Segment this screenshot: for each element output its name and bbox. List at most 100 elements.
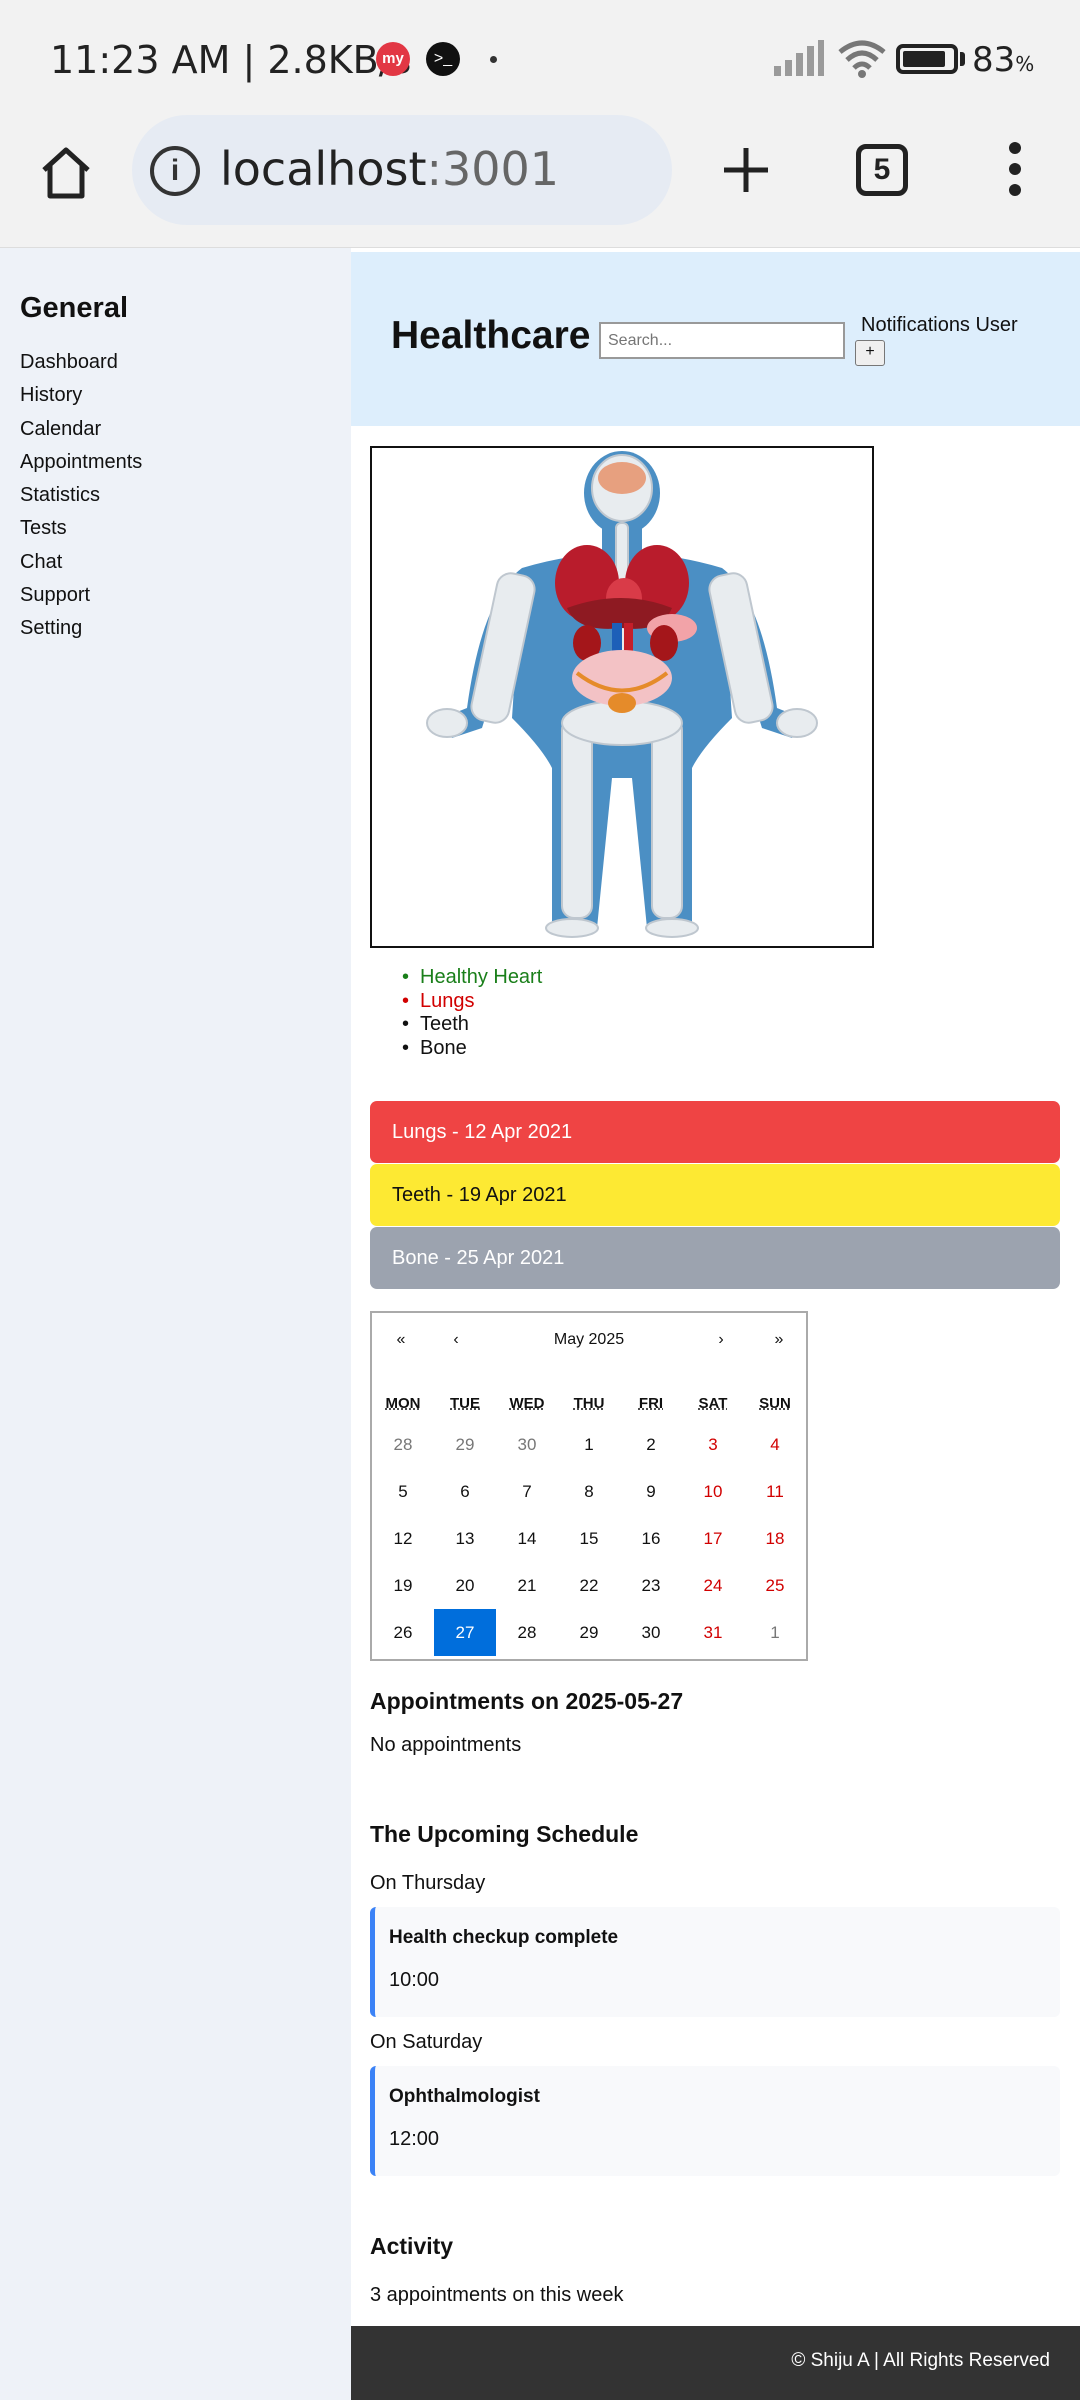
calendar-day[interactable]: 31 [682,1609,744,1656]
page-title: Healthcare [391,314,591,357]
calendar-day[interactable]: 13 [434,1515,496,1562]
calendar-day[interactable]: 18 [744,1515,806,1562]
battery-icon [896,44,958,74]
calendar-day[interactable]: 10 [682,1468,744,1515]
calendar-day[interactable]: 30 [620,1609,682,1656]
calendar-day[interactable]: 20 [434,1562,496,1609]
battery-percent: 83% [972,40,1035,80]
appointments-empty: No appointments [370,1734,522,1756]
schedule-card[interactable]: Health checkup complete 10:00 [370,1907,1060,2017]
alert-lungs[interactable]: Lungs - 12 Apr 2021 [370,1101,1060,1163]
calendar-day[interactable]: 26 [372,1609,434,1656]
calendar-day[interactable]: 28 [496,1609,558,1656]
calendar-day[interactable]: 16 [620,1515,682,1562]
alert-bone[interactable]: Bone - 25 Apr 2021 [370,1227,1060,1289]
battery-tip [960,52,965,66]
weekday-label: WED [509,1395,545,1412]
sidebar-item-support[interactable]: Support [20,579,142,612]
schedule-item-time: 10:00 [389,1969,440,1991]
schedule-item-name: Ophthalmologist [389,2086,540,2107]
sidebar-item-tests[interactable]: Tests [20,512,142,545]
activity-text: 3 appointments on this week [370,2284,624,2306]
calendar-day[interactable]: 7 [496,1468,558,1515]
calendar: « ‹ May 2025 › » MON TUE WED THU FRI SAT… [370,1311,808,1661]
calendar-day[interactable]: 1 [558,1421,620,1468]
app-notification-icon: my [376,42,410,76]
calendar-day[interactable]: 15 [558,1515,620,1562]
calendar-day[interactable]: 14 [496,1515,558,1562]
sidebar-item-appointments[interactable]: Appointments [20,446,142,479]
calendar-day[interactable]: 29 [558,1609,620,1656]
schedule-title: The Upcoming Schedule [370,1821,639,1847]
calendar-day[interactable]: 23 [620,1562,682,1609]
organ-item-heart: Healthy Heart [400,966,542,990]
organ-item-lungs: Lungs [400,990,542,1014]
organ-status-list: Healthy Heart Lungs Teeth Bone [400,966,542,1060]
sidebar-heading: General [20,292,128,324]
weekday-label: SUN [759,1395,791,1412]
search-input[interactable] [599,322,845,359]
calendar-day[interactable]: 21 [496,1562,558,1609]
home-icon[interactable] [36,142,96,202]
calendar-day[interactable]: 25 [744,1562,806,1609]
anatomy-image [370,446,874,948]
calendar-day[interactable]: 12 [372,1515,434,1562]
schedule-item-name: Health checkup complete [389,1927,619,1948]
appointments-title: Appointments on 2025-05-27 [370,1688,684,1714]
weekday-label: SAT [698,1395,728,1412]
calendar-day[interactable]: 5 [372,1468,434,1515]
calendar-day[interactable]: 1 [744,1609,806,1656]
weekday-label: MON [385,1395,421,1412]
activity-title: Activity [370,2233,454,2259]
calendar-day[interactable]: 30 [496,1421,558,1468]
calendar-day[interactable]: 4 [744,1421,806,1468]
wifi-icon [838,40,886,78]
calendar-day[interactable]: 6 [434,1468,496,1515]
sidebar: General Dashboard History Calendar Appoi… [0,248,351,2400]
sidebar-item-calendar[interactable]: Calendar [20,413,142,446]
more-notifications-dot-icon [490,56,497,63]
status-time: 11:23 AM | 2.8KB/s [50,38,412,82]
calendar-day[interactable]: 28 [372,1421,434,1468]
browser-menu-icon[interactable] [1000,142,1030,202]
sidebar-nav: Dashboard History Calendar Appointments … [20,346,142,646]
schedule-item-time: 12:00 [389,2128,440,2150]
calendar-day[interactable]: 29 [434,1421,496,1468]
sidebar-item-history[interactable]: History [20,379,142,412]
tab-switcher-button[interactable]: 5 [856,144,908,196]
calendar-day[interactable]: 17 [682,1515,744,1562]
calendar-day[interactable]: 24 [682,1562,744,1609]
site-info-icon[interactable]: i [150,146,200,196]
weekday-label: TUE [450,1395,480,1412]
footer-copyright: © Shiju A | All Rights Reserved [791,2350,1050,2371]
schedule-card[interactable]: Ophthalmologist 12:00 [370,2066,1060,2176]
schedule-day-label: On Thursday [370,1872,486,1894]
calendar-month-label[interactable]: May 2025 [485,1313,693,1367]
sidebar-item-chat[interactable]: Chat [20,546,142,579]
weekday-label: FRI [638,1395,664,1412]
calendar-day[interactable]: 3 [682,1421,744,1468]
add-button[interactable]: + [855,340,885,366]
signal-icon [774,40,824,76]
calendar-day[interactable]: 11 [744,1468,806,1515]
new-tab-icon[interactable] [716,140,776,200]
calendar-day[interactable]: 19 [372,1562,434,1609]
calendar-day[interactable]: 27 [434,1609,496,1656]
calendar-day[interactable]: 8 [558,1468,620,1515]
sidebar-item-statistics[interactable]: Statistics [20,479,142,512]
url-text[interactable]: localhost:3001 [220,142,559,196]
calendar-day[interactable]: 9 [620,1468,682,1515]
terminal-notification-icon: >_ [426,42,460,76]
sidebar-item-setting[interactable]: Setting [20,612,142,645]
calendar-last-button[interactable]: » [750,1313,808,1367]
calendar-first-button[interactable]: « [372,1313,430,1367]
header-links[interactable]: Notifications User [861,314,1018,337]
alert-teeth[interactable]: Teeth - 19 Apr 2021 [370,1164,1060,1226]
calendar-day[interactable]: 2 [620,1421,682,1468]
calendar-day[interactable]: 22 [558,1562,620,1609]
calendar-next-button[interactable]: › [692,1313,750,1367]
calendar-prev-button[interactable]: ‹ [427,1313,485,1367]
schedule-day-label: On Saturday [370,2031,483,2053]
sidebar-item-dashboard[interactable]: Dashboard [20,346,142,379]
organ-item-teeth: Teeth [400,1013,542,1037]
